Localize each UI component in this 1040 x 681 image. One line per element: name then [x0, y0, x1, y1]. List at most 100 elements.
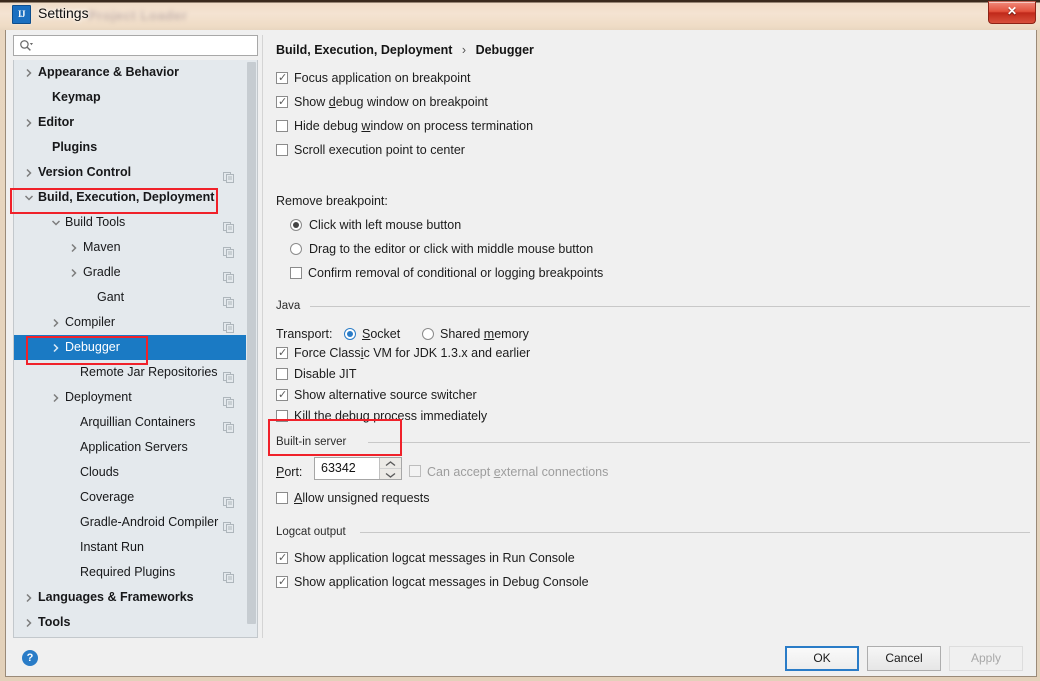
- logcat-group-line: [360, 532, 1030, 533]
- checkbox-label-1: Show debug window on breakpoint: [294, 95, 488, 109]
- chevron-right-icon[interactable]: [51, 343, 60, 353]
- apply-button: Apply: [949, 646, 1023, 671]
- checkbox-1[interactable]: ✓: [276, 96, 288, 108]
- sidebar-item-compiler[interactable]: Compiler: [14, 310, 248, 335]
- sidebar-item-clouds[interactable]: Clouds: [14, 460, 248, 485]
- tree-rows: Appearance & Behavior Keymap Editor Plugins…: [14, 60, 248, 635]
- chevron-right-icon[interactable]: [24, 118, 33, 128]
- radio-remove-breakpoint-0[interactable]: [290, 219, 302, 231]
- sidebar-item-label: Instant Run: [80, 540, 144, 554]
- sidebar-item-label: Build Tools: [65, 215, 126, 229]
- can-accept-external-connections-checkbox[interactable]: [409, 465, 421, 477]
- sidebar-item-build-execution-deployment[interactable]: Build, Execution, Deployment: [14, 185, 248, 210]
- sidebar-item-gradle[interactable]: Gradle: [14, 260, 248, 285]
- close-button[interactable]: ✕: [988, 1, 1036, 24]
- sidebar-item-tools[interactable]: Tools: [14, 610, 248, 635]
- chevron-right-icon[interactable]: [24, 618, 33, 628]
- allow-unsigned-requests-checkbox[interactable]: [276, 492, 288, 504]
- project-scope-icon: [223, 392, 234, 408]
- radio-remove-breakpoint-1[interactable]: [290, 243, 302, 255]
- search-icon: [20, 40, 33, 51]
- sidebar-item-application-servers[interactable]: Application Servers: [14, 435, 248, 460]
- sidebar-item-label: Application Servers: [80, 440, 188, 454]
- radio-transport-1[interactable]: [422, 328, 434, 340]
- logcat-checkbox-0[interactable]: ✓: [276, 552, 288, 564]
- java-checkbox-label-2: Show alternative source switcher: [294, 388, 477, 402]
- sidebar-item-label: Maven: [83, 240, 121, 254]
- breadcrumb-separator: ›: [461, 43, 467, 57]
- chevron-right-icon[interactable]: [24, 593, 33, 603]
- chevron-right-icon[interactable]: [51, 393, 60, 403]
- checkbox-3[interactable]: [276, 144, 288, 156]
- checkbox-label-3: Scroll execution point to center: [294, 143, 465, 157]
- tree-scrollbar[interactable]: [246, 60, 257, 637]
- chevron-right-icon[interactable]: [69, 268, 78, 278]
- project-scope-icon: [223, 267, 234, 283]
- port-spinner[interactable]: [379, 458, 401, 479]
- sidebar-item-deployment[interactable]: Deployment: [14, 385, 248, 410]
- ok-button[interactable]: OK: [785, 646, 859, 671]
- settings-tree[interactable]: Appearance & Behavior Keymap Editor Plugins…: [13, 60, 258, 638]
- port-spinner-up[interactable]: [380, 458, 401, 469]
- chevron-right-icon[interactable]: [51, 318, 60, 328]
- sidebar-item-required-plugins[interactable]: Required Plugins: [14, 560, 248, 585]
- java-group-line: [310, 306, 1030, 307]
- checkbox-0[interactable]: ✓: [276, 72, 288, 84]
- sidebar-item-plugins[interactable]: Plugins: [14, 135, 248, 160]
- sidebar-item-arquillian-containers[interactable]: Arquillian Containers: [14, 410, 248, 435]
- java-checkbox-1[interactable]: [276, 368, 288, 380]
- allow-unsigned-requests-label: Allow unsigned requests: [294, 491, 430, 505]
- sidebar-item-gant[interactable]: Gant: [14, 285, 248, 310]
- sidebar-item-label: Gant: [97, 290, 125, 304]
- project-scope-icon: [223, 567, 234, 583]
- java-checkbox-3[interactable]: [276, 410, 288, 422]
- sidebar-item-appearance-behavior[interactable]: Appearance & Behavior: [14, 60, 248, 85]
- project-scope-icon: [223, 292, 234, 308]
- java-checkbox-0[interactable]: ✓: [276, 347, 288, 359]
- tree-scrollbar-thumb[interactable]: [247, 62, 256, 624]
- project-scope-icon: [223, 217, 234, 233]
- check-icon: ✓: [278, 72, 288, 84]
- checkbox-2[interactable]: [276, 120, 288, 132]
- sidebar-item-version-control[interactable]: Version Control: [14, 160, 248, 185]
- sidebar-item-label: Required Plugins: [80, 565, 176, 579]
- sidebar-item-label: Build, Execution, Deployment: [38, 190, 215, 204]
- breadcrumb: Build, Execution, Deployment › Debugger: [276, 43, 534, 57]
- sidebar-item-label: Deployment: [65, 390, 132, 404]
- sidebar-item-languages-frameworks[interactable]: Languages & Frameworks: [14, 585, 248, 610]
- sidebar-item-build-tools[interactable]: Build Tools: [14, 210, 248, 235]
- port-input[interactable]: 63342: [314, 457, 402, 480]
- java-checkbox-2[interactable]: ✓: [276, 389, 288, 401]
- chevron-right-icon[interactable]: [24, 68, 33, 78]
- remove-breakpoint-label: Remove breakpoint:: [276, 194, 388, 208]
- ext-label-p1: Can accept: [427, 465, 494, 479]
- port-value: 63342: [321, 461, 356, 475]
- sidebar-item-keymap[interactable]: Keymap: [14, 85, 248, 110]
- sidebar-item-remote-jar-repositories[interactable]: Remote Jar Repositories: [14, 360, 248, 385]
- project-scope-icon: [223, 317, 234, 333]
- cancel-button[interactable]: Cancel: [867, 646, 941, 671]
- sidebar-item-coverage[interactable]: Coverage: [14, 485, 248, 510]
- sidebar-item-gradle-android-compiler[interactable]: Gradle-Android Compiler: [14, 510, 248, 535]
- sidebar-item-label: Compiler: [65, 315, 116, 329]
- java-checkbox-label-1: Disable JIT: [294, 367, 357, 381]
- search-box[interactable]: [13, 35, 258, 56]
- chevron-right-icon[interactable]: [69, 243, 78, 253]
- sidebar-item-maven[interactable]: Maven: [14, 235, 248, 260]
- search-input[interactable]: [40, 38, 250, 54]
- port-spinner-down[interactable]: [380, 469, 401, 479]
- project-scope-icon: [223, 167, 234, 183]
- help-icon[interactable]: ?: [22, 650, 38, 666]
- chevron-down-icon[interactable]: [24, 193, 34, 202]
- sidebar-item-debugger[interactable]: Debugger: [14, 335, 248, 360]
- dialog-footer: ? OK Cancel Apply: [6, 638, 1036, 676]
- sidebar-item-instant-run[interactable]: Instant Run: [14, 535, 248, 560]
- logcat-checkbox-1[interactable]: ✓: [276, 576, 288, 588]
- chevron-right-icon[interactable]: [24, 168, 33, 178]
- radio-transport-0[interactable]: [344, 328, 356, 340]
- confirm-removal-checkbox[interactable]: [290, 267, 302, 279]
- checkbox-label-0: Focus application on breakpoint: [294, 71, 471, 85]
- logcat-group-title: Logcat output: [276, 526, 351, 538]
- sidebar-item-editor[interactable]: Editor: [14, 110, 248, 135]
- chevron-down-icon[interactable]: [51, 218, 61, 227]
